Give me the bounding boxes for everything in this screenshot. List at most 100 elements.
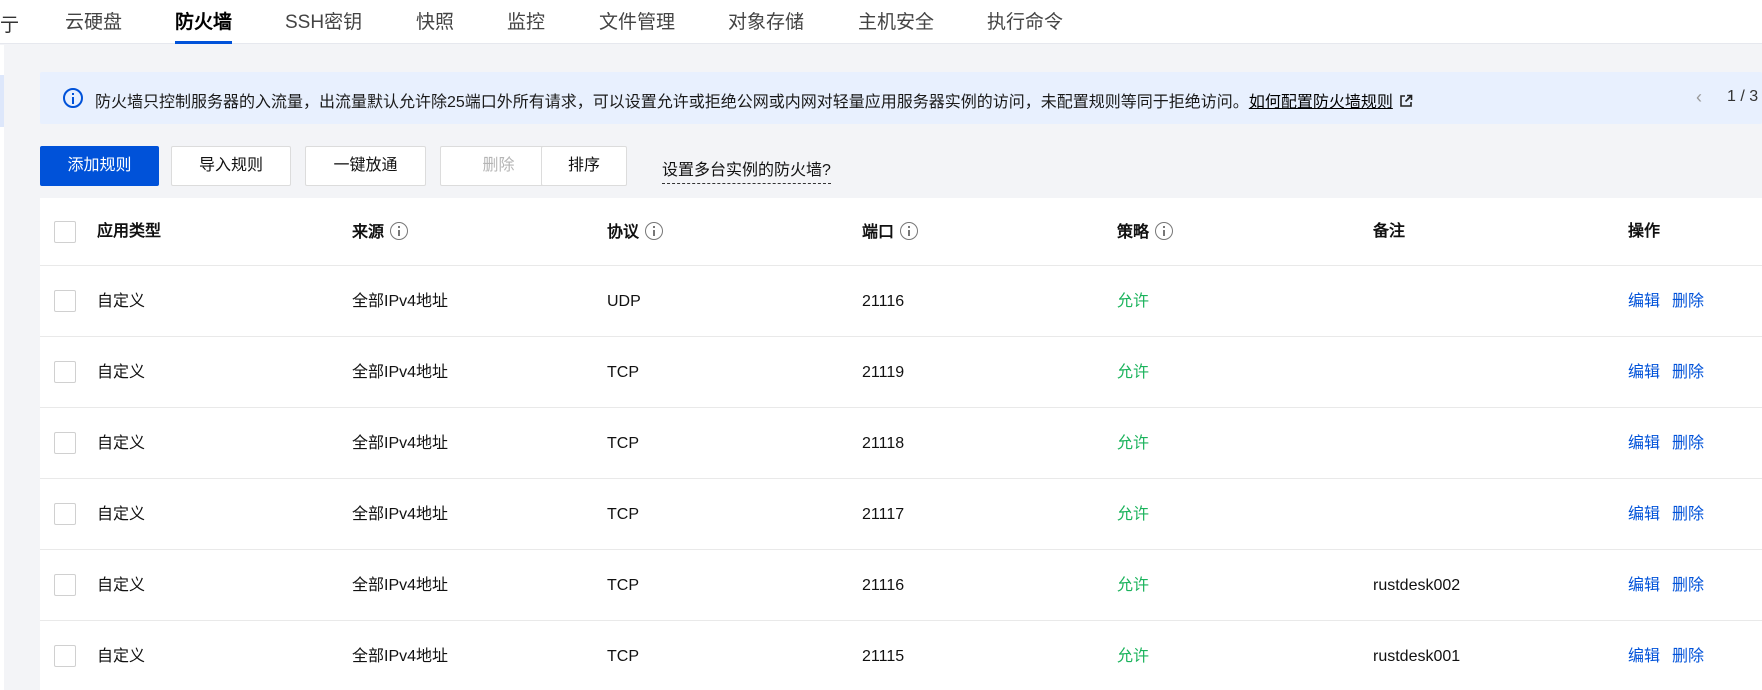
- tab-object-storage[interactable]: 对象存储: [728, 10, 804, 36]
- alert-text: 防火墙只控制服务器的入流量，出流量默认允许除25端口外所有请求，可以设置允许或拒…: [95, 94, 1249, 111]
- row-checkbox[interactable]: [54, 645, 76, 667]
- table-header-row: 应用类型 来源 协议 端口 策略 备注 操作: [40, 198, 1762, 266]
- header-remark: 备注: [1373, 223, 1406, 240]
- alert-pager: 1 / 3: [1727, 88, 1759, 105]
- table-row: 自定义 全部IPv4地址 TCP 21119 允许 编辑 删除: [40, 337, 1762, 408]
- cell-port: 21118: [862, 435, 905, 452]
- port-info-icon[interactable]: [900, 222, 919, 240]
- policy-info-icon[interactable]: [1155, 222, 1174, 240]
- delete-link[interactable]: 删除: [1672, 505, 1704, 525]
- cell-protocol: TCP: [607, 648, 639, 665]
- header-protocol-label: 协议: [607, 224, 640, 241]
- table-row: 自定义 全部IPv4地址 TCP 21118 允许 编辑 删除: [40, 408, 1762, 479]
- delete-link[interactable]: 删除: [1672, 647, 1704, 667]
- cell-app-type: 自定义: [97, 364, 146, 381]
- cell-app-type: 自定义: [97, 506, 146, 523]
- cell-source: 全部IPv4地址: [352, 364, 449, 381]
- cell-source: 全部IPv4地址: [352, 648, 449, 665]
- cell-app-type: 自定义: [97, 293, 146, 310]
- cell-port: 21116: [862, 293, 905, 310]
- tab-file-management[interactable]: 文件管理: [599, 10, 675, 36]
- cell-protocol: UDP: [607, 293, 641, 310]
- edit-link[interactable]: 编辑: [1628, 292, 1660, 312]
- header-port: 端口: [862, 222, 919, 243]
- cell-port: 21119: [862, 364, 905, 381]
- cell-policy: 允许: [1117, 648, 1150, 665]
- delete-link[interactable]: 删除: [1672, 434, 1704, 454]
- firewall-rules-table: 应用类型 来源 协议 端口 策略 备注 操作 自定义 全部IPv4地址 UDP …: [40, 198, 1762, 690]
- edit-link[interactable]: 编辑: [1628, 434, 1660, 454]
- external-link-icon[interactable]: [1399, 94, 1413, 108]
- row-checkbox[interactable]: [54, 361, 76, 383]
- cell-app-type: 自定义: [97, 648, 146, 665]
- protocol-info-icon[interactable]: [645, 222, 664, 240]
- source-info-icon[interactable]: [390, 222, 409, 240]
- tab-host-security[interactable]: 主机安全: [858, 10, 934, 36]
- cell-remark: rustdesk001: [1373, 648, 1461, 665]
- cell-source: 全部IPv4地址: [352, 435, 449, 452]
- header-actions: 操作: [1628, 223, 1661, 240]
- cell-app-type: 自定义: [97, 577, 146, 594]
- tab-cut-off[interactable]: 亍: [0, 10, 19, 37]
- tab-execute-command[interactable]: 执行命令: [987, 10, 1063, 36]
- edit-link[interactable]: 编辑: [1628, 647, 1660, 667]
- cell-policy: 允许: [1117, 506, 1150, 523]
- cell-remark: rustdesk002: [1373, 577, 1461, 594]
- row-checkbox[interactable]: [54, 574, 76, 596]
- edit-link[interactable]: 编辑: [1628, 363, 1660, 383]
- header-source: 来源: [352, 222, 409, 243]
- tab-ssh-keys[interactable]: SSH密钥: [285, 10, 362, 36]
- row-checkbox[interactable]: [54, 432, 76, 454]
- table-row: 自定义 全部IPv4地址 UDP 21116 允许 编辑 删除: [40, 266, 1762, 337]
- cell-port: 21116: [862, 577, 905, 594]
- cell-source: 全部IPv4地址: [352, 293, 449, 310]
- edit-link[interactable]: 编辑: [1628, 576, 1660, 596]
- header-source-label: 来源: [352, 224, 385, 241]
- cell-port: 21115: [862, 648, 905, 665]
- cell-policy: 允许: [1117, 435, 1150, 452]
- cell-source: 全部IPv4地址: [352, 506, 449, 523]
- header-protocol: 协议: [607, 222, 664, 243]
- delete-link[interactable]: 删除: [1672, 292, 1704, 312]
- left-panel-edge: [0, 45, 4, 690]
- header-app-type: 应用类型: [97, 223, 162, 240]
- import-rule-button[interactable]: 导入规则: [171, 146, 291, 186]
- cell-protocol: TCP: [607, 364, 639, 381]
- one-click-open-button[interactable]: 一键放通: [305, 146, 426, 186]
- row-checkbox[interactable]: [54, 503, 76, 525]
- top-tab-bar: 亍 云硬盘 防火墙 SSH密钥 快照 监控 文件管理 对象存储 主机安全 执行命…: [0, 0, 1762, 44]
- cell-protocol: TCP: [607, 577, 639, 594]
- cell-policy: 允许: [1117, 364, 1150, 381]
- delete-link[interactable]: 删除: [1672, 363, 1704, 383]
- cell-policy: 允许: [1117, 577, 1150, 594]
- header-policy: 策略: [1117, 222, 1174, 243]
- cell-source: 全部IPv4地址: [352, 577, 449, 594]
- tab-monitoring[interactable]: 监控: [507, 10, 545, 36]
- firewall-help-link[interactable]: 如何配置防火墙规则: [1249, 94, 1393, 111]
- tab-snapshots[interactable]: 快照: [416, 10, 454, 36]
- select-all-checkbox[interactable]: [54, 221, 76, 243]
- header-port-label: 端口: [862, 224, 895, 241]
- row-checkbox[interactable]: [54, 290, 76, 312]
- info-alert: 防火墙只控制服务器的入流量，出流量默认允许除25端口外所有请求，可以设置允许或拒…: [40, 72, 1762, 124]
- multi-instance-firewall-link[interactable]: 设置多台实例的防火墙?: [662, 156, 831, 184]
- tab-cloud-disk[interactable]: 云硬盘: [65, 10, 122, 36]
- chevron-left-icon[interactable]: ‹: [1696, 87, 1702, 108]
- edit-link[interactable]: 编辑: [1628, 505, 1660, 525]
- cell-policy: 允许: [1117, 293, 1150, 310]
- info-icon: [63, 88, 83, 108]
- header-policy-label: 策略: [1117, 224, 1150, 241]
- cell-protocol: TCP: [607, 506, 639, 523]
- alert-message: 防火墙只控制服务器的入流量，出流量默认允许除25端口外所有请求，可以设置允许或拒…: [95, 88, 1413, 112]
- tab-firewall[interactable]: 防火墙: [175, 10, 233, 44]
- cell-port: 21117: [862, 506, 905, 523]
- add-rule-button[interactable]: 添加规则: [40, 146, 159, 186]
- delete-button[interactable]: 删除: [440, 146, 557, 186]
- table-row: 自定义 全部IPv4地址 TCP 21117 允许 编辑 删除: [40, 479, 1762, 550]
- cell-app-type: 自定义: [97, 435, 146, 452]
- cell-protocol: TCP: [607, 435, 639, 452]
- sort-button[interactable]: 排序: [541, 146, 627, 186]
- table-row: 自定义 全部IPv4地址 TCP 21116 允许 rustdesk002 编辑…: [40, 550, 1762, 621]
- table-row: 自定义 全部IPv4地址 TCP 21115 允许 rustdesk001 编辑…: [40, 621, 1762, 690]
- delete-link[interactable]: 删除: [1672, 576, 1704, 596]
